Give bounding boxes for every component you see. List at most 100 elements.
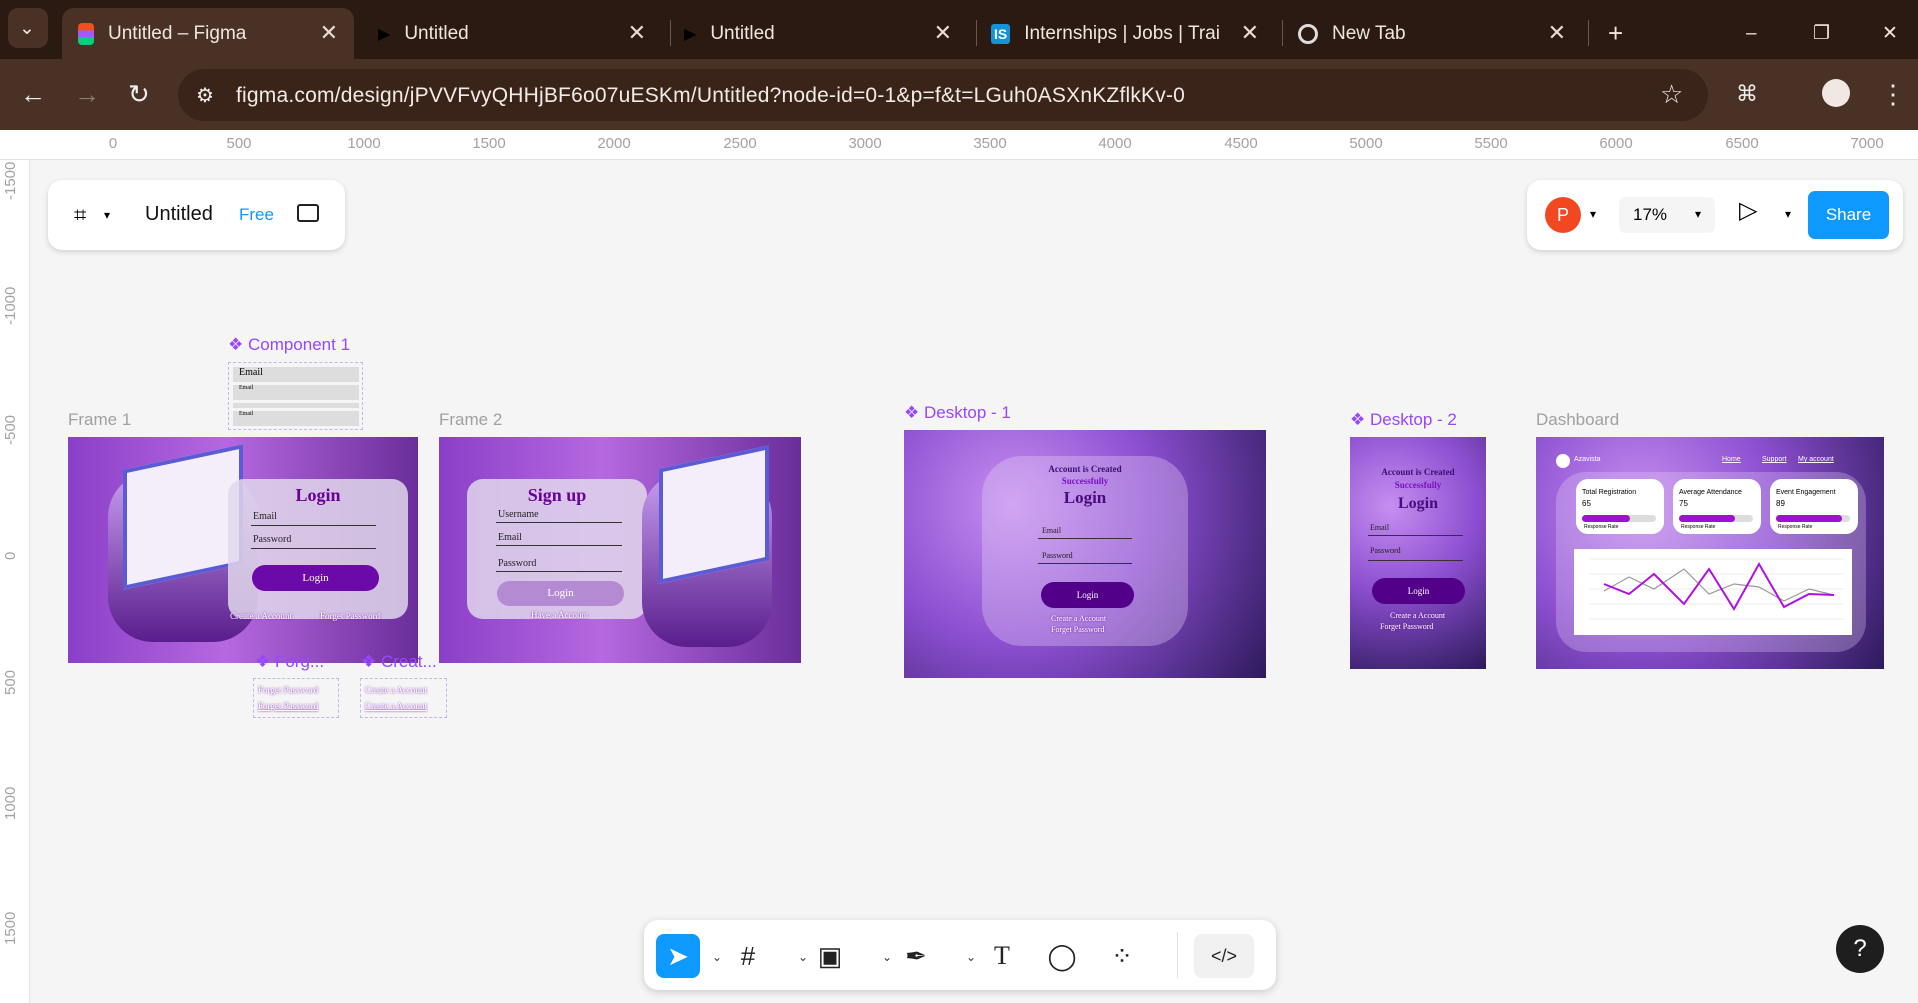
tab-untitled-1[interactable]: ▶ Untitled ✕: [362, 8, 662, 59]
ruler-tick: 500: [226, 135, 252, 152]
frame-1[interactable]: Login Email Password Login Create a Acco…: [68, 437, 418, 663]
login-button[interactable]: Login: [1372, 578, 1465, 604]
login-button[interactable]: Login: [497, 581, 624, 606]
desktop-1-label[interactable]: ❖ Desktop - 1: [904, 403, 1011, 423]
password-field[interactable]: [1038, 563, 1132, 564]
chevron-down-icon[interactable]: ⌄: [966, 950, 976, 964]
bookmark-star-icon[interactable]: ☆: [1660, 79, 1683, 110]
site-settings-icon[interactable]: ⚙: [196, 83, 214, 108]
new-tab-button[interactable]: +: [1592, 8, 1632, 59]
forget-password-text: Forget Password: [258, 701, 319, 711]
zoom-control[interactable]: 17% ▾: [1619, 197, 1715, 233]
move-tool-icon[interactable]: ➤: [656, 934, 700, 978]
text-tool-icon[interactable]: T: [980, 934, 1024, 978]
successfully-heading: Successfully: [1394, 480, 1442, 490]
minimize-button[interactable]: –: [1730, 8, 1770, 59]
nav-home[interactable]: Home: [1722, 456, 1741, 463]
frame-1-label[interactable]: Frame 1: [68, 410, 131, 430]
image-tool-icon[interactable]: ▣: [808, 934, 852, 978]
email-field[interactable]: [496, 545, 622, 546]
forget-component[interactable]: Forget Password Forget Password: [253, 678, 339, 718]
password-field[interactable]: [496, 571, 622, 572]
login-button[interactable]: Login: [1041, 582, 1134, 608]
chevron-down-icon[interactable]: ⌄: [798, 950, 808, 964]
stat-progress-track: [1679, 515, 1753, 522]
ruler-tick: 5000: [1349, 135, 1383, 152]
ruler-tick: 6000: [1599, 135, 1633, 152]
translate-icon[interactable]: ⌘: [1736, 81, 1758, 107]
forward-arrow-icon[interactable]: →: [74, 79, 100, 110]
frame-tool-icon[interactable]: #: [726, 934, 770, 978]
comment-tool-icon[interactable]: ◯: [1040, 934, 1084, 978]
username-field[interactable]: [496, 522, 622, 523]
help-button[interactable]: ?: [1836, 925, 1884, 973]
menu-dots-icon[interactable]: ⋮: [1880, 79, 1906, 110]
stat-value: 65: [1582, 499, 1591, 508]
forget-password-link[interactable]: Forget Password: [1051, 625, 1104, 634]
login-button[interactable]: Login: [252, 565, 379, 591]
brand-name: Azavista: [1574, 456, 1601, 463]
chevron-down-icon[interactable]: ⌄: [712, 950, 722, 964]
close-tab-icon[interactable]: ✕: [628, 20, 646, 46]
email-field[interactable]: [251, 525, 376, 526]
chevron-down-icon[interactable]: ▾: [104, 208, 110, 222]
forget-component-label[interactable]: ❖ Forg...: [255, 652, 324, 672]
present-play-icon[interactable]: ▷: [1739, 196, 1757, 225]
back-arrow-icon[interactable]: ←: [20, 79, 46, 110]
create-account-link[interactable]: Create a Account: [1051, 614, 1106, 623]
create-component-label[interactable]: ❖ Creat...: [361, 652, 437, 672]
chevron-down-icon[interactable]: ⌄: [882, 950, 892, 964]
desktop-1[interactable]: Account is Created Successfully Login Em…: [904, 430, 1266, 678]
dev-mode-toggle-icon[interactable]: </>: [1194, 934, 1254, 978]
create-account-link[interactable]: Create a Account: [1390, 611, 1445, 620]
pen-tool-icon[interactable]: ✒: [894, 934, 938, 978]
sidebar-toggle-icon[interactable]: [297, 204, 319, 222]
nav-support[interactable]: Support: [1762, 456, 1787, 463]
avatar[interactable]: P: [1545, 197, 1581, 233]
horizontal-ruler: 0 500 1000 1500 2000 2500 3000 3500 4000…: [0, 130, 1918, 160]
password-field[interactable]: [251, 548, 376, 549]
close-tab-icon[interactable]: ✕: [320, 20, 338, 46]
frame-2[interactable]: Sign up Username Email Password Login Ha…: [439, 437, 801, 663]
forget-password-link[interactable]: Forget Password: [320, 611, 380, 621]
chevron-down-icon[interactable]: ▾: [1590, 207, 1596, 221]
tab-figma[interactable]: Untitled – Figma ✕: [62, 8, 354, 59]
have-account-link[interactable]: Have a Account: [531, 610, 588, 620]
password-label: Password: [498, 558, 537, 569]
chevron-down-icon[interactable]: ▾: [1785, 207, 1791, 221]
close-window-button[interactable]: ✕: [1866, 8, 1906, 59]
share-button[interactable]: Share: [1808, 191, 1889, 239]
close-tab-icon[interactable]: ✕: [934, 20, 952, 46]
reload-icon[interactable]: ↻: [128, 79, 150, 110]
nav-my-account[interactable]: My account: [1798, 456, 1834, 463]
tab-search-button[interactable]: ⌄: [8, 8, 48, 48]
desktop-2-label[interactable]: ❖ Desktop - 2: [1350, 410, 1457, 430]
actions-tool-icon[interactable]: ⁘: [1100, 934, 1144, 978]
component-1[interactable]: Email Email Email: [228, 362, 363, 430]
tab-title: Internships | Jobs | Trainir: [1024, 22, 1220, 44]
forget-password-link[interactable]: Forget Password: [1380, 622, 1433, 631]
create-account-link[interactable]: Create a Account: [230, 611, 292, 621]
close-tab-icon[interactable]: ✕: [1548, 20, 1566, 46]
email-field[interactable]: [1368, 535, 1463, 536]
desktop-2[interactable]: Account is Created Successfully Login Em…: [1350, 437, 1486, 669]
tab-untitled-2[interactable]: ▶ Untitled ✕: [668, 8, 968, 59]
plan-badge[interactable]: Free: [239, 205, 274, 225]
tab-new-tab[interactable]: New Tab ✕: [1282, 8, 1582, 59]
dashboard-label[interactable]: Dashboard: [1536, 410, 1619, 430]
dashboard-frame[interactable]: Azavista Home Support My account Total R…: [1536, 437, 1884, 669]
create-account-text: Create a Account: [365, 701, 427, 711]
profile-icon[interactable]: [1822, 79, 1850, 107]
component-1-label[interactable]: ❖ Component 1: [228, 335, 350, 355]
email-field[interactable]: [1038, 538, 1132, 539]
tab-title: Untitled – Figma: [108, 22, 247, 44]
create-component[interactable]: Create a Account Create a Account: [360, 678, 447, 718]
restore-button[interactable]: ❐: [1797, 8, 1837, 59]
close-tab-icon[interactable]: ✕: [1241, 20, 1259, 46]
tab-internshala[interactable]: IS Internships | Jobs | Trainir ✕: [975, 8, 1275, 59]
figma-menu-icon[interactable]: ⌗: [74, 202, 86, 228]
password-field[interactable]: [1368, 560, 1463, 561]
frame-2-label[interactable]: Frame 2: [439, 410, 502, 430]
file-name[interactable]: Untitled: [145, 203, 213, 226]
login-title: Login: [1063, 488, 1107, 507]
